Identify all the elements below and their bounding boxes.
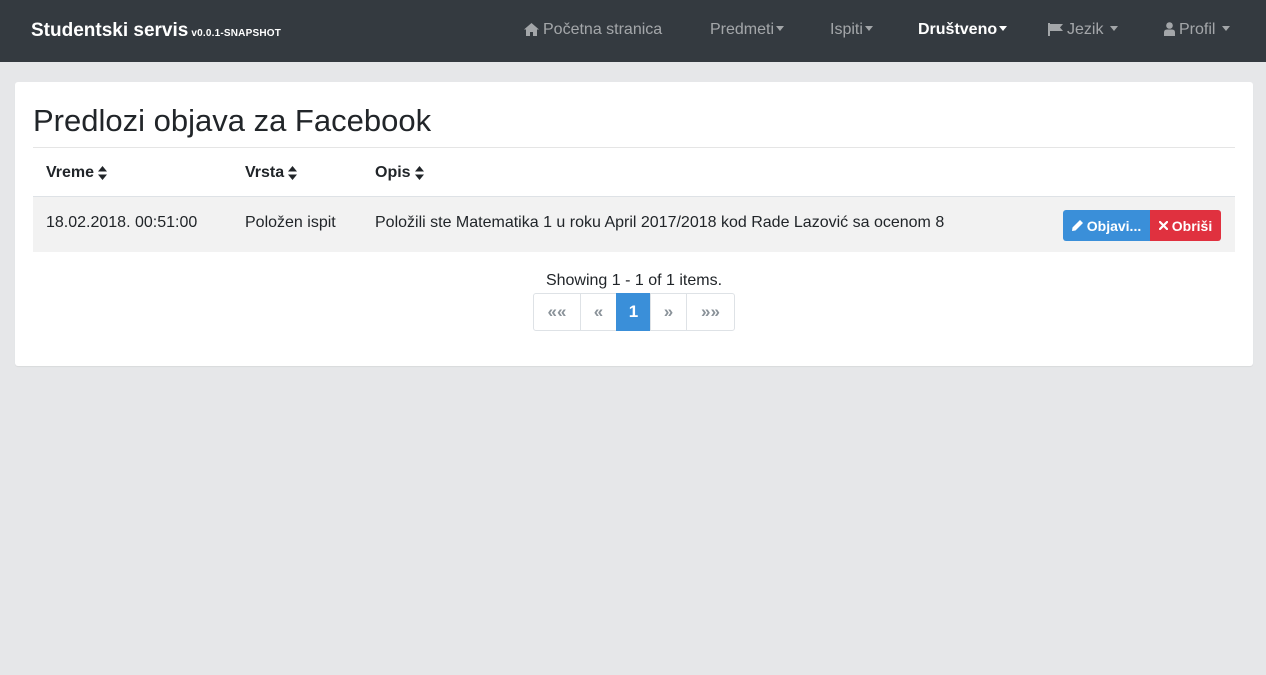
chevron-down-icon [1109, 25, 1118, 31]
sort-icon [98, 165, 108, 180]
nav-item-jezik[interactable]: Jezik [1048, 21, 1118, 39]
table-row: 18.02.2018. 00:51:00 Položen ispit Polož… [33, 197, 1235, 252]
column-header-vreme[interactable]: Vreme [46, 164, 108, 182]
brand-name[interactable]: Studentski servis [31, 20, 188, 41]
title-divider [33, 147, 1235, 148]
chevron-down-icon [1221, 25, 1230, 31]
sort-icon [288, 165, 298, 180]
cell-opis: Položili ste Matematika 1 u roku April 2… [375, 214, 945, 231]
nav-ispiti-label: Ispiti [830, 21, 863, 38]
nav-item-home[interactable]: Početna stranica [524, 21, 662, 39]
pencil-icon [1071, 220, 1083, 231]
nav-item-ispiti[interactable]: Ispiti [830, 21, 873, 39]
column-header-vrsta[interactable]: Vrsta [245, 164, 298, 182]
nav-item-profil[interactable]: Profil [1164, 21, 1230, 39]
page-current-button[interactable]: 1 [616, 293, 651, 331]
version-label: v0.0.1-SNAPSHOT [191, 28, 282, 39]
home-icon [524, 23, 539, 36]
column-header-label: Opis [375, 164, 411, 181]
chevron-down-icon [776, 25, 785, 31]
content-card: Predlozi objava za Facebook Vreme Vrsta … [15, 82, 1253, 366]
nav-profil-label: Profil [1179, 21, 1216, 38]
cell-vreme: 18.02.2018. 00:51:00 [46, 214, 198, 231]
sort-icon [414, 165, 424, 180]
flag-icon [1048, 23, 1063, 36]
brand[interactable]: Studentski servis v0.0.1-SNAPSHOT [31, 20, 281, 42]
delete-button-label: Obriši [1171, 217, 1213, 234]
pagination: «« « 1 » »» [533, 293, 735, 331]
page-title: Predlozi objava za Facebook [33, 103, 432, 138]
close-icon [1158, 221, 1168, 230]
nav-item-drustveno[interactable]: Društveno [918, 21, 1008, 39]
column-header-opis[interactable]: Opis [375, 164, 424, 182]
chevron-down-icon [999, 25, 1008, 31]
nav-home-label: Početna stranica [543, 21, 663, 38]
publish-button-label: Objavi... [1086, 217, 1142, 234]
user-icon [1164, 22, 1175, 36]
nav-jezik-label: Jezik [1067, 21, 1104, 38]
navbar: Studentski servis v0.0.1-SNAPSHOT Početna… [0, 0, 1266, 62]
page-first-button[interactable]: «« [533, 293, 581, 331]
column-header-label: Vreme [46, 164, 95, 181]
publish-button[interactable]: Objavi... [1063, 210, 1150, 241]
column-header-label: Vrsta [245, 164, 285, 181]
nav-drustveno-label: Društveno [918, 21, 998, 38]
page-next-button[interactable]: » [650, 293, 687, 331]
nav-predmeti-label: Predmeti [710, 21, 775, 38]
page-prev-button[interactable]: « [580, 293, 617, 331]
chevron-down-icon [864, 25, 873, 31]
page-last-button[interactable]: »» [686, 293, 735, 331]
delete-button[interactable]: Obriši [1150, 210, 1221, 241]
pagination-summary: Showing 1 - 1 of 1 items. [545, 272, 723, 289]
nav-item-predmeti[interactable]: Predmeti [710, 21, 785, 39]
cell-vrsta: Položen ispit [245, 214, 336, 231]
